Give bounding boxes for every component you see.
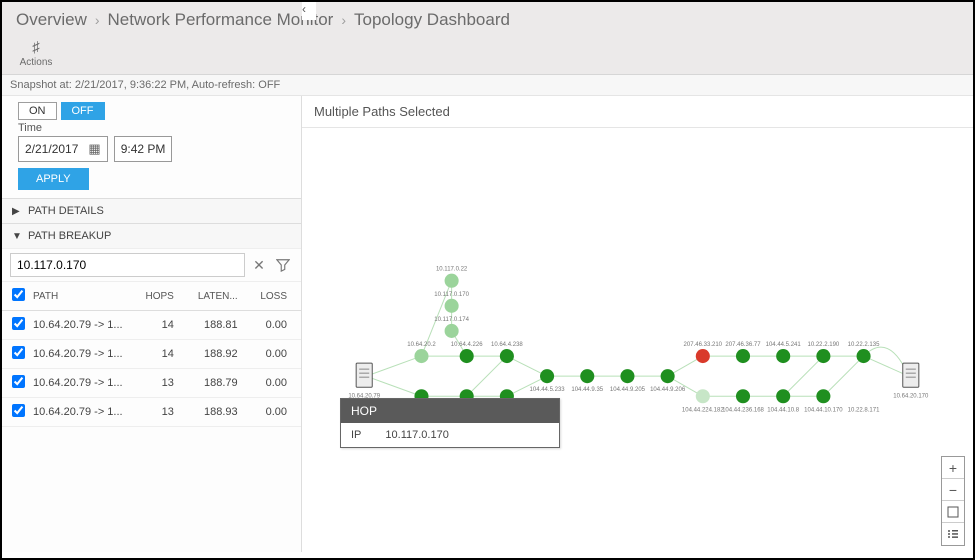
cell-latency: 188.93 [188, 398, 252, 427]
cell-hops: 13 [137, 369, 188, 398]
canvas-title: Multiple Paths Selected [302, 96, 973, 128]
section-path-breakup[interactable]: ▼ PATH BREAKUP [2, 223, 301, 248]
svg-text:104.44.10.170: 104.44.10.170 [804, 407, 843, 413]
breadcrumb: Overview › Network Performance Monitor ›… [16, 10, 959, 30]
svg-text:10.64.4.238: 10.64.4.238 [491, 342, 523, 348]
cell-path: 10.64.20.79 -> 1... [29, 311, 137, 340]
cell-hops: 13 [137, 398, 188, 427]
breadcrumb-overview[interactable]: Overview [16, 10, 87, 30]
tooltip-ip-label: IP [351, 429, 361, 441]
sliders-icon: ♯ [32, 40, 40, 55]
autorefresh-on-toggle[interactable]: ON [18, 102, 57, 120]
row-checkbox[interactable] [12, 375, 25, 388]
autorefresh-off-toggle[interactable]: OFF [61, 102, 105, 120]
row-checkbox[interactable] [12, 317, 25, 330]
svg-text:10.64.4.226: 10.64.4.226 [451, 342, 483, 348]
cell-latency: 188.79 [188, 369, 252, 398]
date-value: 2/21/2017 [25, 142, 78, 156]
svg-text:10.22.8.171: 10.22.8.171 [848, 407, 880, 413]
breadcrumb-topology[interactable]: Topology Dashboard [354, 10, 510, 30]
table-row[interactable]: 10.64.20.79 -> 1...14188.920.00 [2, 340, 301, 369]
cell-latency: 188.92 [188, 340, 252, 369]
caret-right-icon: ▶ [12, 206, 22, 217]
svg-text:104.44.10.8: 104.44.10.8 [767, 407, 799, 413]
col-hops[interactable]: HOPS [137, 282, 188, 311]
svg-text:207.46.36.77: 207.46.36.77 [725, 342, 761, 348]
cell-path: 10.64.20.79 -> 1... [29, 398, 137, 427]
select-all-checkbox[interactable] [12, 288, 25, 301]
svg-text:104.44.9.35: 104.44.9.35 [571, 387, 603, 393]
cell-path: 10.64.20.79 -> 1... [29, 340, 137, 369]
path-breakup-label: PATH BREAKUP [28, 230, 111, 242]
zoom-fit-button[interactable] [942, 501, 964, 523]
filter-icon[interactable] [273, 255, 293, 275]
paths-table: PATH HOPS LATEN... LOSS 10.64.20.79 -> 1… [2, 282, 301, 427]
cell-loss: 0.00 [252, 369, 301, 398]
section-path-details[interactable]: ▶ PATH DETAILS [2, 198, 301, 223]
filter-input[interactable] [10, 253, 245, 277]
svg-text:10.22.2.190: 10.22.2.190 [807, 342, 839, 348]
cell-hops: 14 [137, 311, 188, 340]
svg-text:104.44.5.233: 104.44.5.233 [530, 387, 566, 393]
tooltip-title: HOP [341, 399, 559, 423]
layer-list-button[interactable] [942, 523, 964, 545]
snapshot-status: Snapshot at: 2/21/2017, 9:36:22 PM, Auto… [2, 75, 973, 96]
col-loss[interactable]: LOSS [252, 282, 301, 311]
cell-loss: 0.00 [252, 398, 301, 427]
date-input[interactable]: 2/21/2017 ▦ [18, 136, 108, 162]
chevron-right-icon: › [341, 12, 346, 28]
table-row[interactable]: 10.64.20.79 -> 1...13188.790.00 [2, 369, 301, 398]
svg-text:10.64.20.2: 10.64.20.2 [407, 342, 436, 348]
path-details-label: PATH DETAILS [28, 205, 104, 217]
cell-loss: 0.00 [252, 311, 301, 340]
cell-hops: 14 [137, 340, 188, 369]
actions-label: Actions [20, 57, 53, 68]
actions-button[interactable]: ♯ Actions [16, 40, 56, 68]
col-latency[interactable]: LATEN... [188, 282, 252, 311]
time-value: 9:42 PM [121, 142, 166, 156]
svg-text:10.117.0.22: 10.117.0.22 [436, 267, 468, 273]
tooltip-ip-value: 10.117.0.170 [385, 429, 448, 441]
zoom-controls: + − [941, 456, 965, 546]
apply-button[interactable]: APPLY [18, 168, 89, 190]
left-panel: ON OFF Time 2/21/2017 ▦ 9:42 PM APPLY ▶ … [2, 96, 302, 552]
zoom-in-button[interactable]: + [942, 457, 964, 479]
time-input[interactable]: 9:42 PM [114, 136, 173, 162]
svg-text:104.44.9.205: 104.44.9.205 [610, 387, 646, 393]
chevron-right-icon: › [95, 12, 100, 28]
svg-text:10.22.2.135: 10.22.2.135 [848, 342, 880, 348]
svg-text:104.44.9.206: 104.44.9.206 [650, 387, 686, 393]
topology-canvas[interactable]: Multiple Paths Selected [302, 96, 973, 552]
calendar-icon: ▦ [88, 141, 100, 157]
cell-path: 10.64.20.79 -> 1... [29, 369, 137, 398]
cell-loss: 0.00 [252, 340, 301, 369]
breadcrumb-npm[interactable]: Network Performance Monitor [108, 10, 334, 30]
svg-text:207.46.33.210: 207.46.33.210 [684, 342, 723, 348]
clear-icon[interactable]: ✕ [249, 255, 269, 275]
svg-text:10.117.0.170: 10.117.0.170 [434, 292, 469, 298]
hop-tooltip: HOP IP 10.117.0.170 [340, 398, 560, 448]
col-path[interactable]: PATH [29, 282, 137, 311]
zoom-out-button[interactable]: − [942, 479, 964, 501]
svg-text:10.64.20.170: 10.64.20.170 [893, 393, 929, 399]
row-checkbox[interactable] [12, 346, 25, 359]
svg-text:104.44.5.241: 104.44.5.241 [766, 342, 802, 348]
svg-text:104.44.236.168: 104.44.236.168 [722, 407, 764, 413]
table-row[interactable]: 10.64.20.79 -> 1...13188.930.00 [2, 398, 301, 427]
caret-down-icon: ▼ [12, 231, 22, 242]
cell-latency: 188.81 [188, 311, 252, 340]
table-row[interactable]: 10.64.20.79 -> 1...14188.810.00 [2, 311, 301, 340]
row-checkbox[interactable] [12, 404, 25, 417]
collapse-left-icon[interactable]: ‹ [302, 2, 316, 20]
svg-text:10.117.0.174: 10.117.0.174 [434, 317, 469, 323]
svg-text:104.44.224.182: 104.44.224.182 [682, 407, 724, 413]
time-label: Time [18, 122, 301, 134]
